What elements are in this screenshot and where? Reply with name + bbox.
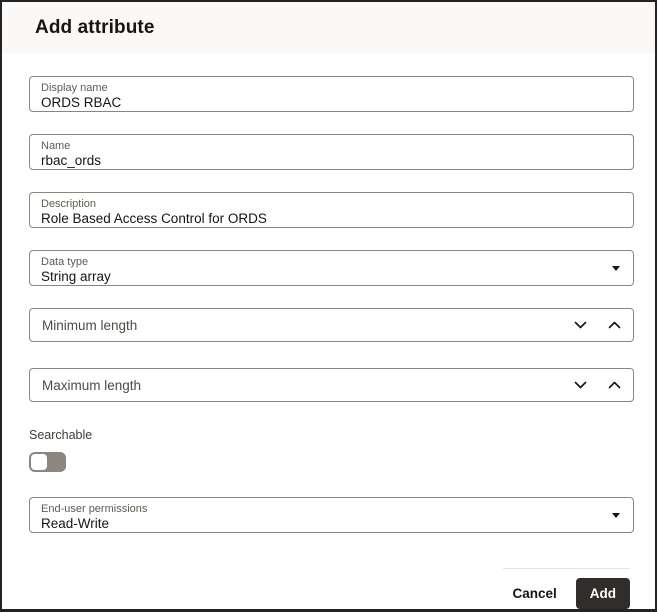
dialog-body: Display name ORDS RBAC Name rbac_ords De… [2,53,655,558]
data-type-select[interactable]: Data type String array [29,250,634,286]
description-value: Role Based Access Control for ORDS [41,211,622,227]
caret-down-icon [612,513,620,518]
display-name-value: ORDS RBAC [41,95,622,111]
description-label: Description [41,198,622,211]
caret-down-icon [612,266,620,271]
toggle-knob [31,454,47,470]
minimum-length-label: Minimum length [42,318,553,333]
searchable-toggle[interactable] [29,452,66,472]
end-user-permissions-value: Read-Write [41,516,622,532]
data-type-value: String array [41,269,622,285]
dialog-header: Add attribute [2,2,655,53]
chevron-up-icon[interactable] [607,318,621,332]
name-value: rbac_ords [41,153,622,169]
end-user-permissions-label: End-user permissions [41,503,622,516]
dialog-title: Add attribute [35,17,155,39]
searchable-block: Searchable [29,428,630,472]
add-button[interactable]: Add [576,578,630,609]
minimum-length-stepper[interactable]: Minimum length [29,308,634,342]
searchable-label: Searchable [29,428,630,442]
display-name-field[interactable]: Display name ORDS RBAC [29,76,634,112]
dialog-footer: Cancel Add [503,568,630,609]
add-attribute-dialog: Add attribute Display name ORDS RBAC Nam… [2,2,655,609]
chevron-down-icon[interactable] [573,378,587,392]
display-name-label: Display name [41,82,622,95]
maximum-length-label: Maximum length [42,378,553,393]
name-label: Name [41,140,622,153]
end-user-permissions-select[interactable]: End-user permissions Read-Write [29,497,634,533]
description-field[interactable]: Description Role Based Access Control fo… [29,192,634,228]
chevron-down-icon[interactable] [573,318,587,332]
cancel-button[interactable]: Cancel [512,580,556,607]
name-field[interactable]: Name rbac_ords [29,134,634,170]
data-type-label: Data type [41,256,622,269]
maximum-length-stepper[interactable]: Maximum length [29,368,634,402]
chevron-up-icon[interactable] [607,378,621,392]
